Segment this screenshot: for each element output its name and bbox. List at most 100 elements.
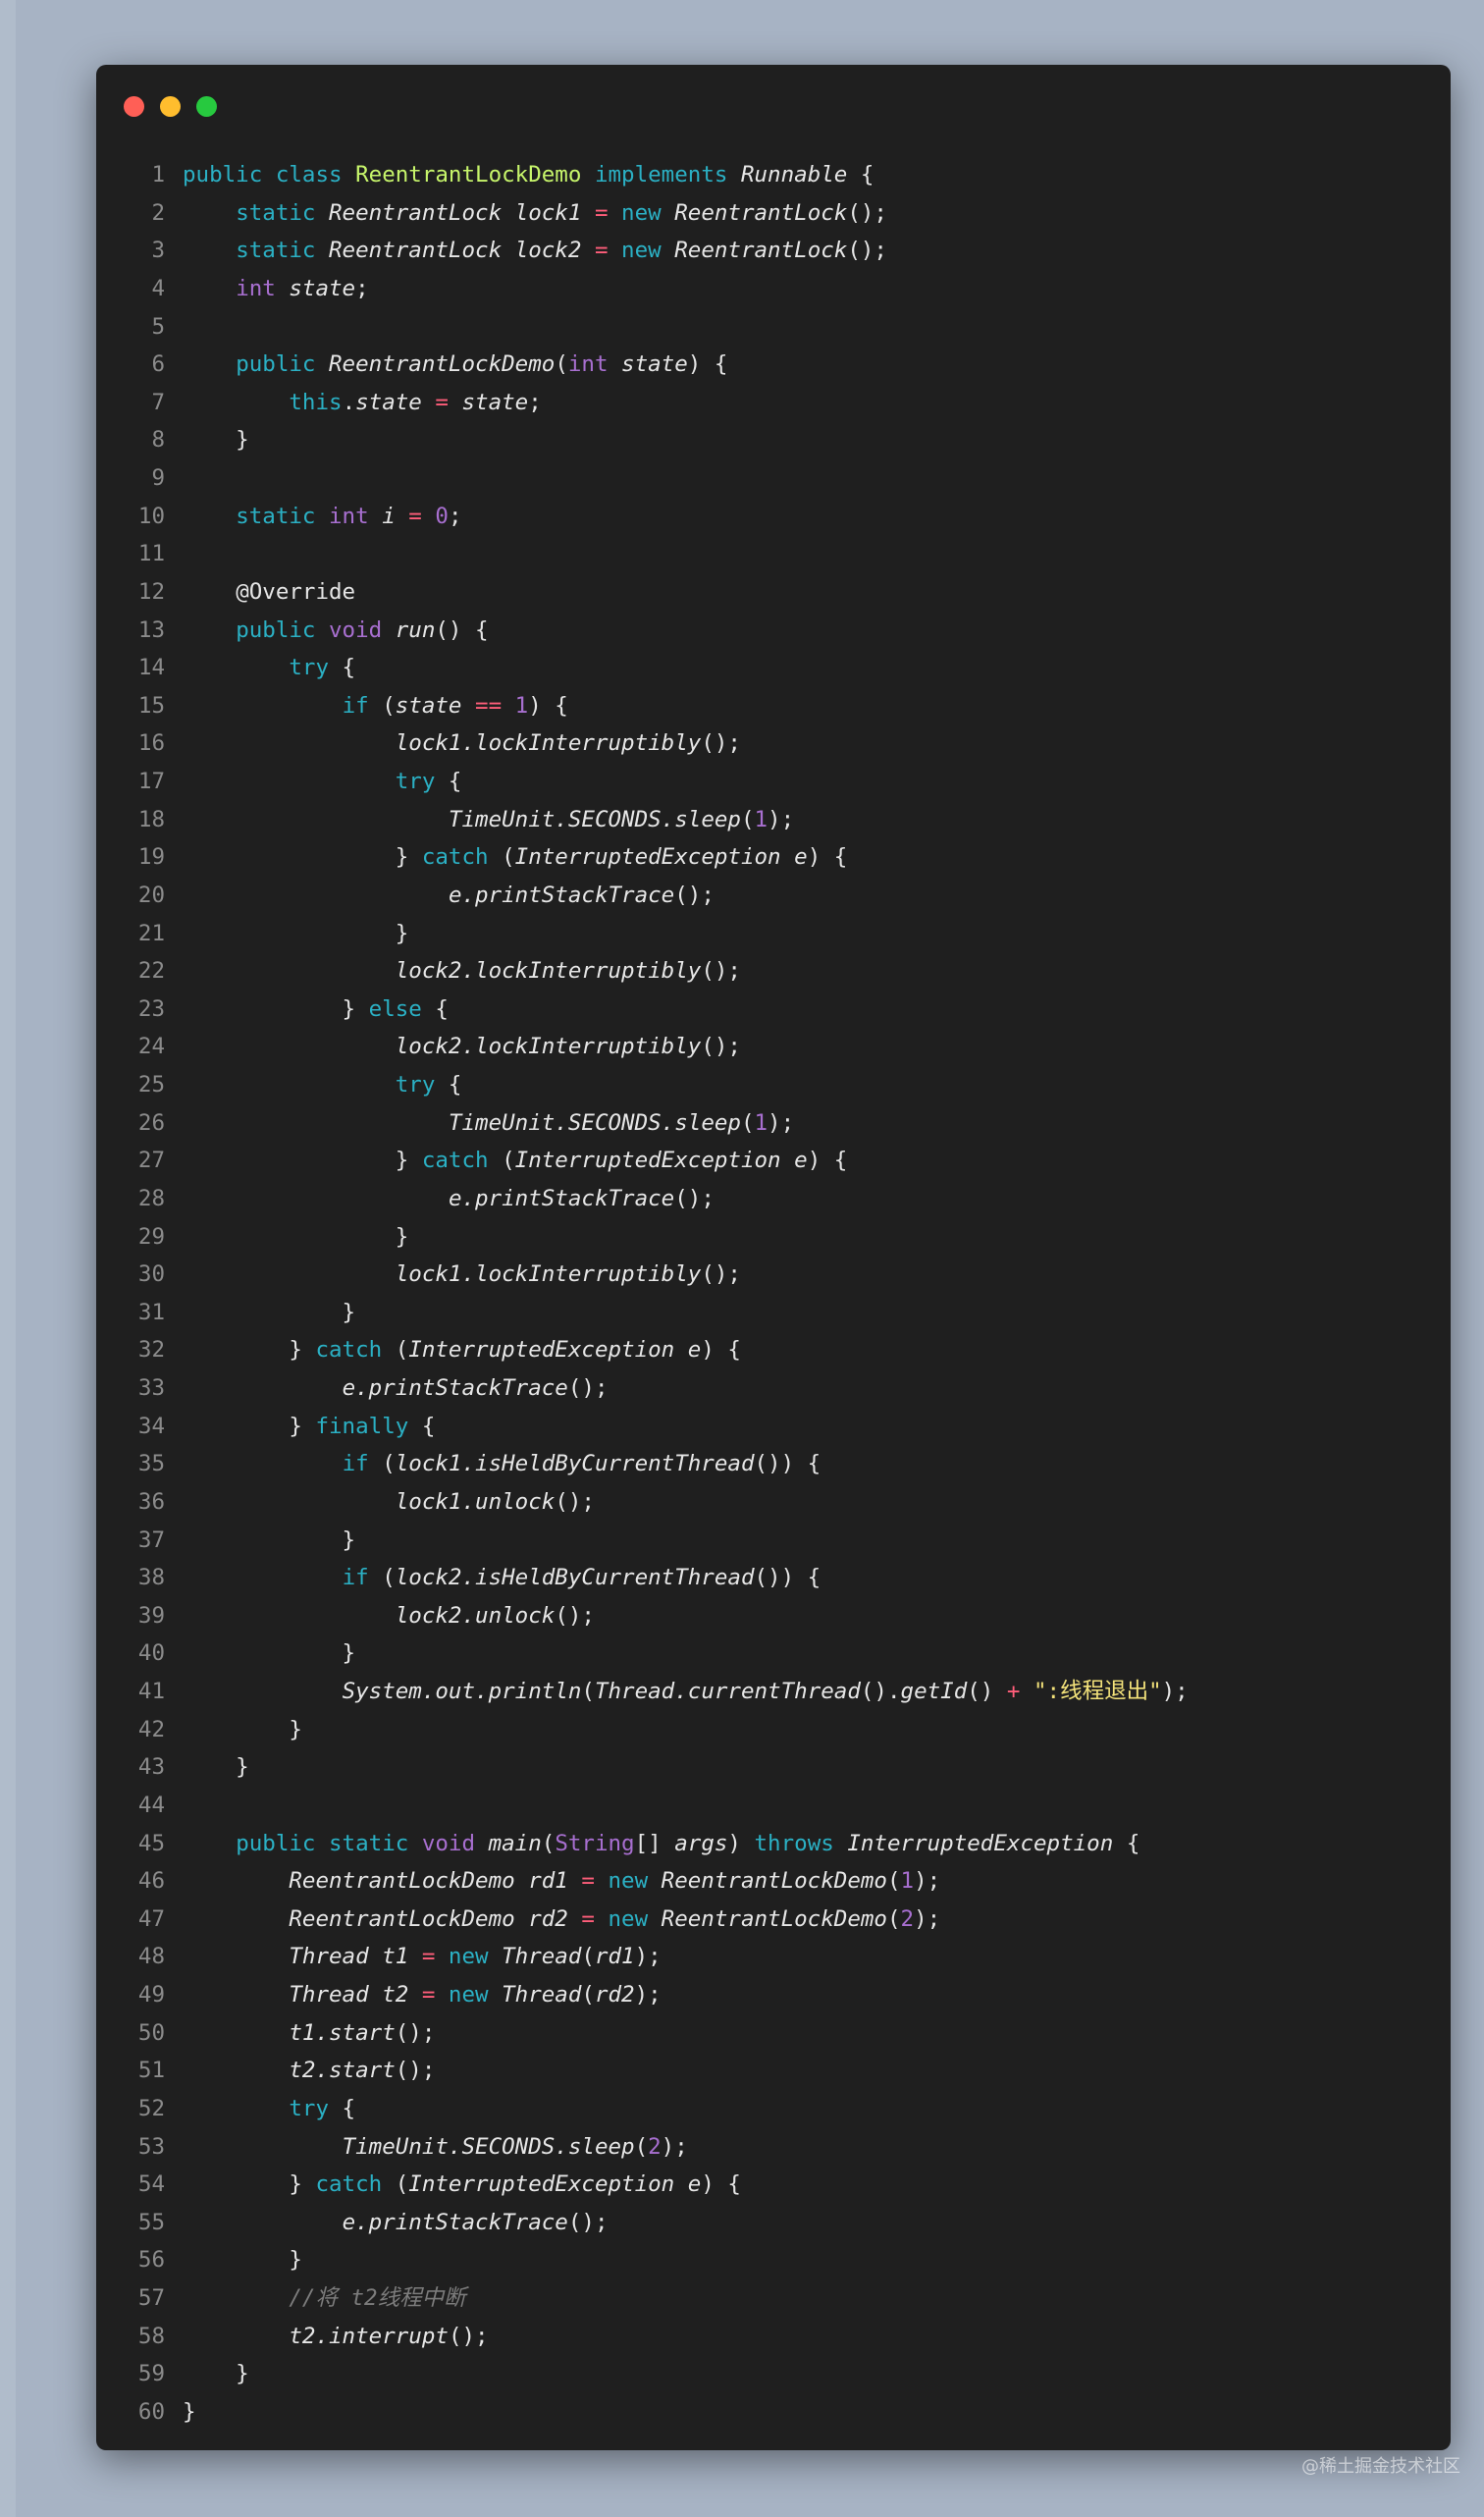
code-token: ( [382, 1337, 409, 1364]
code-token: Thread.currentThread [594, 1679, 861, 1704]
code-token: Thread [502, 1944, 582, 1970]
code-line: 14 try { [96, 649, 1451, 687]
code-token: } [183, 2398, 196, 2425]
line-number: 33 [137, 1375, 165, 1401]
code-token: ); [768, 1109, 795, 1136]
code-token: catch [421, 844, 489, 871]
code-token: Thread t2 [289, 1982, 422, 2008]
code-token: e.printStackTrace [448, 882, 675, 908]
line-number: 34 [137, 1413, 165, 1439]
code-token: ReentrantLock [674, 238, 848, 264]
code-token: ( [886, 1868, 901, 1895]
code-token: void [329, 616, 396, 643]
code-token: new [594, 1868, 662, 1895]
line-number: 5 [151, 313, 165, 340]
line-number: 14 [137, 655, 165, 681]
minimize-icon[interactable] [160, 96, 181, 117]
code-token: ReentrantLockDemo [661, 1868, 887, 1895]
zoom-icon[interactable] [196, 96, 217, 117]
code-line: 56 } [96, 2241, 1451, 2279]
code-token: ":线程退出" [1020, 1679, 1162, 1704]
code-token: ReentrantLockDemo [355, 162, 582, 187]
code-token: = [408, 503, 422, 529]
code-token: void [421, 1830, 489, 1856]
code-line: 3 static ReentrantLock lock2 = new Reent… [96, 232, 1451, 270]
code-token: try [395, 769, 436, 794]
line-number: 42 [137, 1716, 165, 1742]
code-token: 1 [502, 692, 529, 719]
code-line: 28 e.printStackTrace(); [96, 1180, 1451, 1218]
code-token: public [183, 162, 276, 187]
code-line: 8 } [96, 421, 1451, 459]
code-token: } [183, 1640, 356, 1667]
line-number: 30 [137, 1261, 165, 1288]
code-token: { [435, 1072, 462, 1098]
code-line: 54 } catch (InterruptedException e) { [96, 2166, 1451, 2204]
close-icon[interactable] [124, 96, 144, 117]
code-token: 1 [900, 1868, 915, 1895]
code-token: () [967, 1679, 1007, 1704]
background-frame: 1 public class ReentrantLockDemo implemen… [16, 0, 1484, 2517]
code-token: lock2.lockInterruptibly [395, 1034, 702, 1060]
code-token: = [421, 1944, 436, 1970]
code-token: public [236, 1830, 330, 1856]
code-token: catch [315, 1337, 383, 1364]
line-number: 48 [137, 1944, 165, 1970]
code-token: try [289, 655, 330, 681]
code-token: ( [740, 806, 755, 832]
window-controls [124, 96, 217, 117]
code-line: 49 Thread t2 = new Thread(rd2); [96, 1976, 1451, 2014]
code-token: { [421, 995, 449, 1022]
code-token: state [289, 275, 356, 301]
code-token: == [475, 692, 503, 719]
code-token: (); [555, 1488, 595, 1515]
line-number: 26 [137, 1109, 165, 1136]
code-token: (); [555, 1602, 595, 1629]
code-line: 9 [96, 459, 1451, 498]
code-line: 51 t2.start(); [96, 2052, 1451, 2090]
code-token: (); [567, 2209, 609, 2235]
code-token: InterruptedException [847, 1830, 1114, 1856]
code-token: ( [581, 1944, 595, 1970]
code-line: 24 lock2.lockInterruptibly(); [96, 1028, 1451, 1066]
line-number: 15 [137, 692, 165, 719]
code-line: 32 } catch (InterruptedException e) { [96, 1331, 1451, 1369]
code-token: ) { [687, 351, 728, 378]
code-token: TimeUnit.SECONDS.sleep [448, 1109, 741, 1136]
code-token: ()) { [754, 1565, 822, 1591]
code-token: //将 t2线程中断 [289, 2285, 466, 2311]
code-token: run [395, 616, 436, 643]
code-token: ( [740, 1109, 755, 1136]
code-token: ( [886, 1905, 901, 1932]
code-token: ); [914, 1868, 941, 1895]
code-token: ( [581, 1982, 595, 2008]
code-token: new [608, 199, 675, 226]
code-token: rd1 [594, 1944, 635, 1970]
code-token: 2 [648, 2133, 662, 2160]
code-token: 1 [754, 1109, 768, 1136]
code-line: 55 e.printStackTrace(); [96, 2204, 1451, 2242]
code-token: ; [448, 503, 462, 529]
code-line: 29 } [96, 1218, 1451, 1257]
code-token: try [289, 2095, 330, 2121]
code-line: 11 [96, 535, 1451, 573]
code-token: ) { [807, 844, 848, 871]
code-token: ( [581, 1679, 595, 1704]
code-token: = [581, 1905, 595, 1932]
code-line: 18 TimeUnit.SECONDS.sleep(1); [96, 801, 1451, 839]
line-number: 8 [151, 427, 165, 454]
